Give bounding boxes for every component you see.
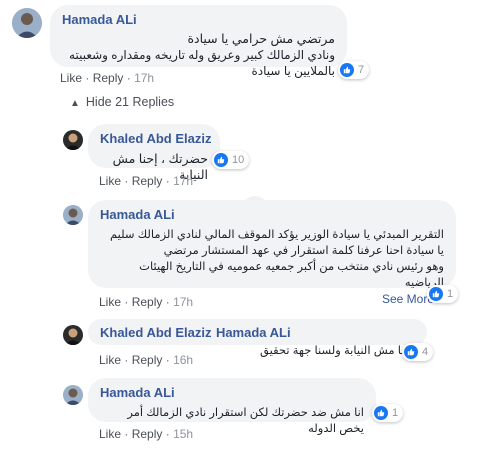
reaction-count-badge[interactable]: 1	[427, 285, 459, 303]
like-thumb-icon	[340, 63, 354, 77]
reply-actions: Like · Reply · 17h	[99, 174, 194, 188]
avatar-khaled-abd-elaziz[interactable]	[63, 130, 83, 150]
reaction-count-badge[interactable]: 4	[402, 343, 434, 361]
like-button[interactable]: Like	[99, 353, 121, 367]
reply-author-name[interactable]: Hamada ALi	[100, 385, 364, 401]
reply-author-name[interactable]: Khaled Abd Elaziz	[100, 131, 211, 147]
reply-timestamp[interactable]: 16h	[173, 353, 193, 367]
comment-bubble-main: Hamada ALi مرتضي مش حرامي يا سيادة ونادي…	[50, 5, 347, 78]
reaction-count-badge[interactable]: 10	[212, 151, 250, 169]
reaction-count: 1	[392, 407, 399, 419]
reply-text-line: وهو رئيس نادي منتخب من أكبر جمعيه عموميه…	[139, 261, 444, 289]
reply-actions: Like · Reply · 15h	[99, 427, 194, 441]
avatar-hamada-ali[interactable]	[63, 385, 83, 405]
reply-button[interactable]: Reply	[132, 295, 163, 309]
reply-text-line: التقرير المبدئي يا سيادة الوزير يؤكد الم…	[109, 229, 444, 241]
reaction-count-badge[interactable]: 1	[372, 404, 404, 422]
comment-actions: Like · Reply · 17h	[60, 71, 155, 85]
reply-bubble: Hamada ALi انا مش ضد حضرتك لكن استقرار ن…	[88, 378, 376, 435]
reply-bubble: Hamada ALi التقرير المبدئي يا سيادة الوز…	[88, 200, 456, 306]
comment-author-name[interactable]: Hamada ALi	[62, 12, 335, 28]
reply-timestamp[interactable]: 17h	[173, 295, 193, 309]
hide-replies-toggle[interactable]: ▲ Hide 21 Replies	[70, 95, 174, 109]
like-button[interactable]: Like	[99, 427, 121, 441]
reply-actions: Like · Reply · 16h	[99, 353, 194, 367]
like-button[interactable]: Like	[99, 295, 121, 309]
reaction-count: 1	[447, 288, 454, 300]
reply-timestamp[interactable]: 17h	[173, 174, 193, 188]
like-button[interactable]: Like	[60, 71, 82, 85]
comment-timestamp[interactable]: 17h	[134, 71, 154, 85]
like-thumb-icon	[429, 287, 443, 301]
reaction-count: 4	[422, 346, 429, 358]
avatar-hamada-ali[interactable]	[12, 8, 42, 38]
like-thumb-icon	[374, 406, 388, 420]
reply-button[interactable]: Reply	[93, 71, 124, 85]
reaction-count: 10	[232, 154, 245, 166]
reply-button[interactable]: Reply	[132, 427, 163, 441]
hide-replies-label: Hide 21 Replies	[85, 95, 175, 109]
avatar-khaled-abd-elaziz[interactable]	[63, 325, 83, 345]
reply-author-name[interactable]: Hamada ALi	[100, 207, 444, 223]
mention-link[interactable]: Hamada ALi	[216, 325, 291, 340]
reaction-count-badge[interactable]: 7	[338, 61, 370, 79]
reply-bubble: Khaled Abd Elaziz Hamada ALi	[88, 319, 427, 345]
reaction-count: 7	[358, 64, 365, 76]
reply-button[interactable]: Reply	[132, 174, 163, 188]
chevron-up-icon: ▲	[70, 98, 80, 109]
avatar-hamada-ali[interactable]	[63, 205, 83, 225]
reply-button[interactable]: Reply	[132, 353, 163, 367]
comment-text-line: مرتضي مش حرامي يا سيادة	[187, 32, 335, 46]
reply-actions: Like · Reply · 17h	[99, 295, 194, 309]
reply-bubble: Khaled Abd Elaziz حضرتك ، إحنا مش النياب…	[88, 124, 220, 182]
like-button[interactable]: Like	[99, 174, 121, 188]
like-thumb-icon	[214, 153, 228, 167]
reply-timestamp[interactable]: 15h	[173, 427, 193, 441]
reply-text-line: يا سيادة احنا عرفنا كلمة استقرار في عهد …	[163, 245, 444, 257]
reply-author-name[interactable]: Khaled Abd Elaziz	[100, 325, 211, 340]
like-thumb-icon	[404, 345, 418, 359]
